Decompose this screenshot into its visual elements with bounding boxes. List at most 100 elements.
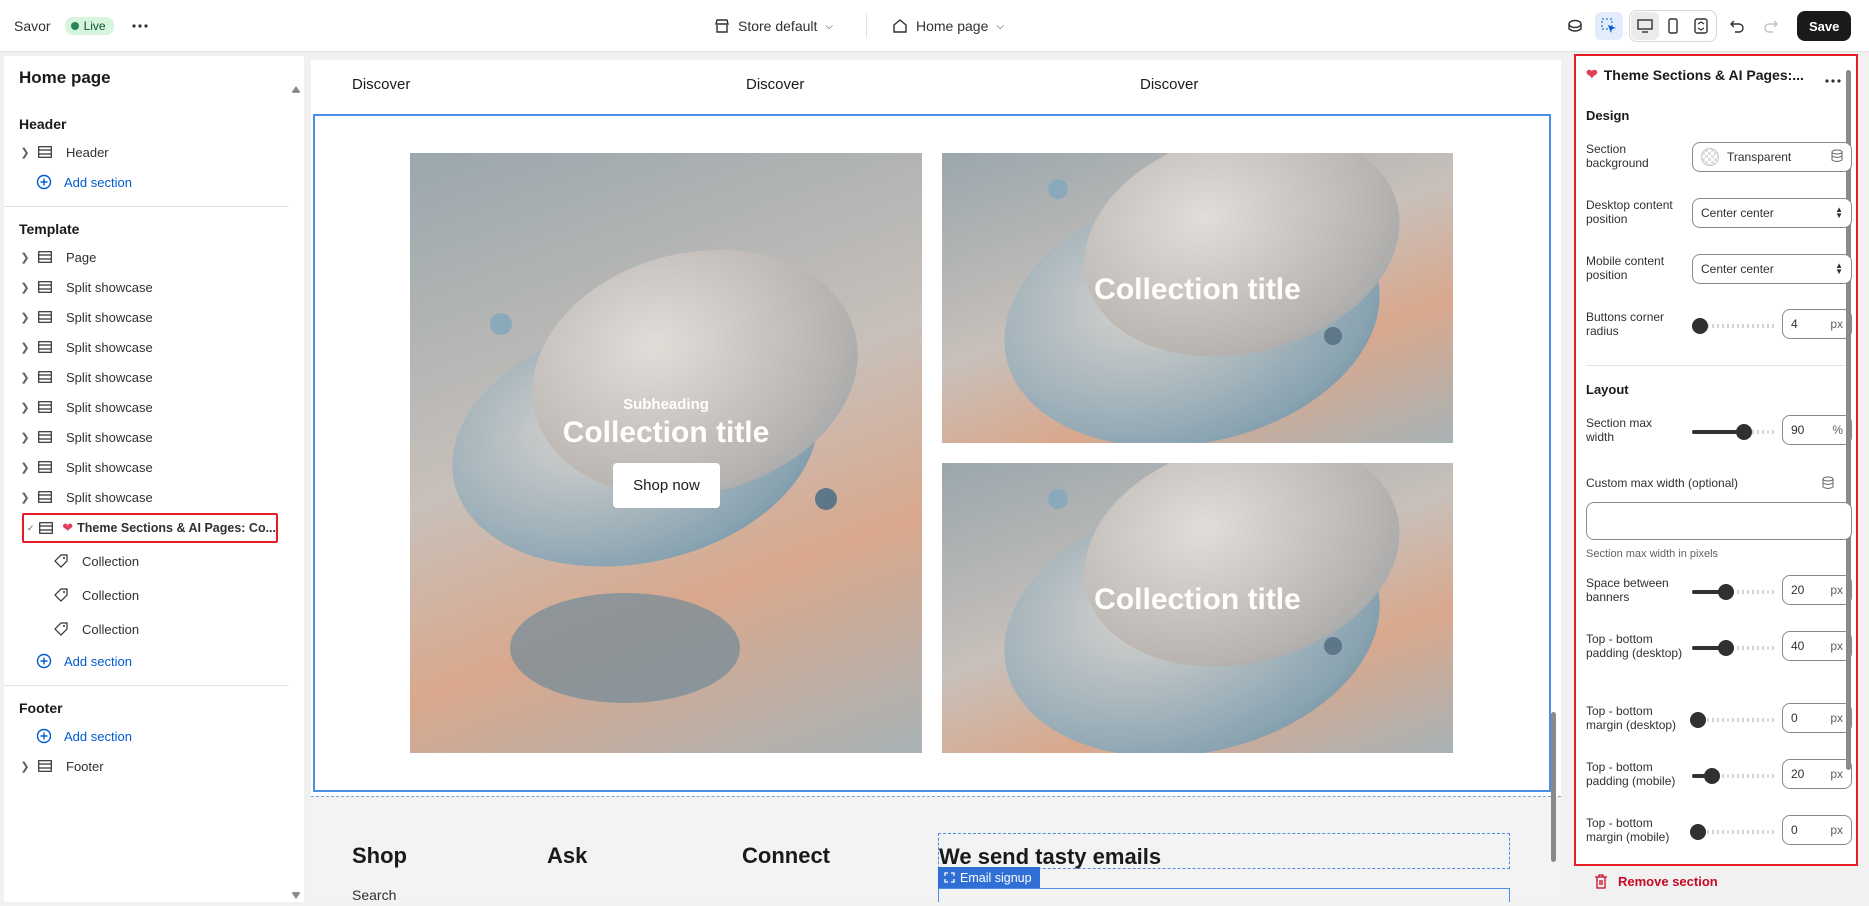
email-input-frame[interactable] [938, 888, 1510, 902]
nav-link[interactable]: Discover [746, 76, 804, 93]
add-section-footer[interactable]: Add section [18, 723, 280, 749]
block-collection[interactable]: Collection [54, 582, 304, 608]
section-split-showcase[interactable]: ❯ Split showcase [18, 454, 280, 480]
block-collection[interactable]: Collection [54, 616, 304, 642]
margin-desktop-slider[interactable] [1690, 712, 1776, 728]
section-split-showcase[interactable]: ❯ Split showcase [18, 364, 280, 390]
section-split-showcase[interactable]: ❯ Split showcase [18, 304, 280, 330]
section-split-showcase[interactable]: ❯ Split showcase [18, 424, 280, 450]
mobile-position-value: Center center [1701, 262, 1774, 276]
section-split-showcase[interactable]: ❯ Split showcase [18, 484, 280, 510]
section-label: Header [66, 144, 109, 160]
collection-banner-main[interactable]: Subheading Collection title Shop now [410, 153, 922, 753]
transparent-swatch-icon [1701, 148, 1719, 166]
slider-thumb[interactable] [1690, 824, 1706, 840]
live-dot [70, 22, 79, 30]
canvas-scrollbar[interactable] [1551, 712, 1556, 862]
email-signup-badge[interactable]: Email signup [938, 867, 1040, 888]
max-width-slider[interactable] [1692, 424, 1776, 440]
slider-thumb[interactable] [1718, 640, 1734, 656]
page-selector[interactable]: Home page ⌵ [892, 0, 1004, 52]
section-footer[interactable]: ❯ Footer [18, 753, 280, 779]
collection-banner-top[interactable]: Collection title [942, 153, 1453, 443]
scroll-up-icon[interactable] [291, 86, 301, 93]
select-arrows-icon: ▲ ▼ [1835, 205, 1843, 220]
add-circle-icon [36, 174, 54, 190]
footer-preview: Shop Ask Connect We send tasty emails Em… [311, 796, 1561, 902]
corner-radius-slider[interactable] [1692, 318, 1776, 334]
slider-thumb[interactable] [1718, 584, 1734, 600]
max-width-input[interactable]: 90% [1782, 415, 1852, 445]
page-title: Home page [19, 68, 111, 87]
chevron-right-icon[interactable]: ❯ [18, 760, 32, 773]
desktop-icon[interactable] [1631, 12, 1659, 40]
remove-section-button[interactable]: Remove section [1594, 874, 1718, 889]
margin-mobile-slider[interactable] [1690, 824, 1776, 840]
section-page[interactable]: ❯ Page [18, 244, 280, 270]
redo-icon[interactable] [1757, 12, 1785, 40]
slider-thumb[interactable] [1692, 318, 1708, 334]
space-input[interactable]: 20 px [1782, 575, 1852, 605]
theme-selector[interactable]: Store default ⌵ [714, 0, 833, 52]
section-background-picker[interactable]: Transparent [1692, 142, 1852, 172]
block-collection[interactable]: Collection [54, 548, 304, 574]
slider-thumb[interactable] [1704, 768, 1720, 784]
group-footer: Footer [19, 700, 63, 716]
section-header[interactable]: ❯ Header [18, 139, 280, 165]
corner-radius-input[interactable]: 4 px [1782, 309, 1852, 339]
database-icon[interactable] [1822, 476, 1834, 495]
chevron-right-icon[interactable]: ❯ [18, 311, 32, 324]
mobile-position-label: Mobile content position [1586, 254, 1665, 282]
section-split-showcase[interactable]: ❯ Split showcase [18, 334, 280, 360]
more-options-icon[interactable] [126, 12, 154, 40]
collection-banner-bottom[interactable]: Collection title [942, 463, 1453, 753]
section-theme-sections-selected[interactable]: ✓ ❤ Theme Sections & AI Pages: Co... [22, 513, 278, 543]
fullscreen-icon[interactable] [1687, 12, 1715, 40]
pad-desktop-input[interactable]: 40 px [1782, 631, 1852, 661]
margin-desktop-input[interactable]: 0 px [1782, 703, 1852, 733]
add-section-template[interactable]: Add section [18, 648, 280, 674]
slider-thumb[interactable] [1736, 424, 1752, 440]
scroll-down-icon[interactable] [291, 892, 301, 899]
tag-icon [54, 622, 72, 636]
save-button[interactable]: Save [1797, 11, 1852, 41]
chevron-right-icon[interactable]: ❯ [18, 371, 32, 384]
mobile-icon[interactable] [1659, 12, 1687, 40]
section-split-showcase[interactable]: ❯ Split showcase [18, 274, 280, 300]
chevron-right-icon[interactable]: ❯ [18, 431, 32, 444]
section-icon [38, 371, 56, 383]
chevron-right-icon[interactable]: ❯ [18, 341, 32, 354]
margin-mobile-input[interactable]: 0 px [1782, 815, 1852, 845]
chevron-down-icon[interactable]: ✓ [24, 523, 37, 534]
chevron-right-icon[interactable]: ❯ [18, 491, 32, 504]
section-label: Split showcase [66, 369, 153, 385]
footer-link[interactable]: Search [352, 887, 396, 902]
space-slider[interactable] [1692, 584, 1776, 600]
slider-thumb[interactable] [1690, 712, 1706, 728]
section-split-showcase[interactable]: ❯ Split showcase [18, 394, 280, 420]
chevron-right-icon[interactable]: ❯ [18, 281, 32, 294]
page-selector-label: Home page [916, 18, 989, 34]
chevron-right-icon[interactable]: ❯ [18, 461, 32, 474]
mobile-position-select[interactable]: Center center ▲ ▼ [1692, 254, 1852, 284]
newsletter-block[interactable]: We send tasty emails [938, 833, 1510, 869]
add-section-header[interactable]: Add section [18, 169, 280, 195]
nav-link[interactable]: Discover [352, 76, 410, 93]
custom-width-input[interactable] [1586, 502, 1852, 540]
section-icon [38, 251, 56, 263]
chevron-right-icon[interactable]: ❯ [18, 401, 32, 414]
chevron-right-icon[interactable]: ❯ [18, 146, 32, 159]
pad-desktop-slider[interactable] [1692, 640, 1776, 656]
section-icon [38, 281, 56, 293]
nav-link[interactable]: Discover [1140, 76, 1198, 93]
shop-now-button[interactable]: Shop now [613, 463, 720, 508]
desktop-position-select[interactable]: Center center ▲ ▼ [1692, 198, 1852, 228]
apps-icon[interactable] [1561, 12, 1589, 40]
more-options-icon[interactable] [1825, 70, 1841, 88]
undo-icon[interactable] [1723, 12, 1751, 40]
chevron-right-icon[interactable]: ❯ [18, 251, 32, 264]
tag-icon [54, 588, 72, 602]
inspector-icon[interactable] [1595, 12, 1623, 40]
pad-mobile-input[interactable]: 20 px [1782, 759, 1852, 789]
pad-mobile-slider[interactable] [1692, 768, 1776, 784]
